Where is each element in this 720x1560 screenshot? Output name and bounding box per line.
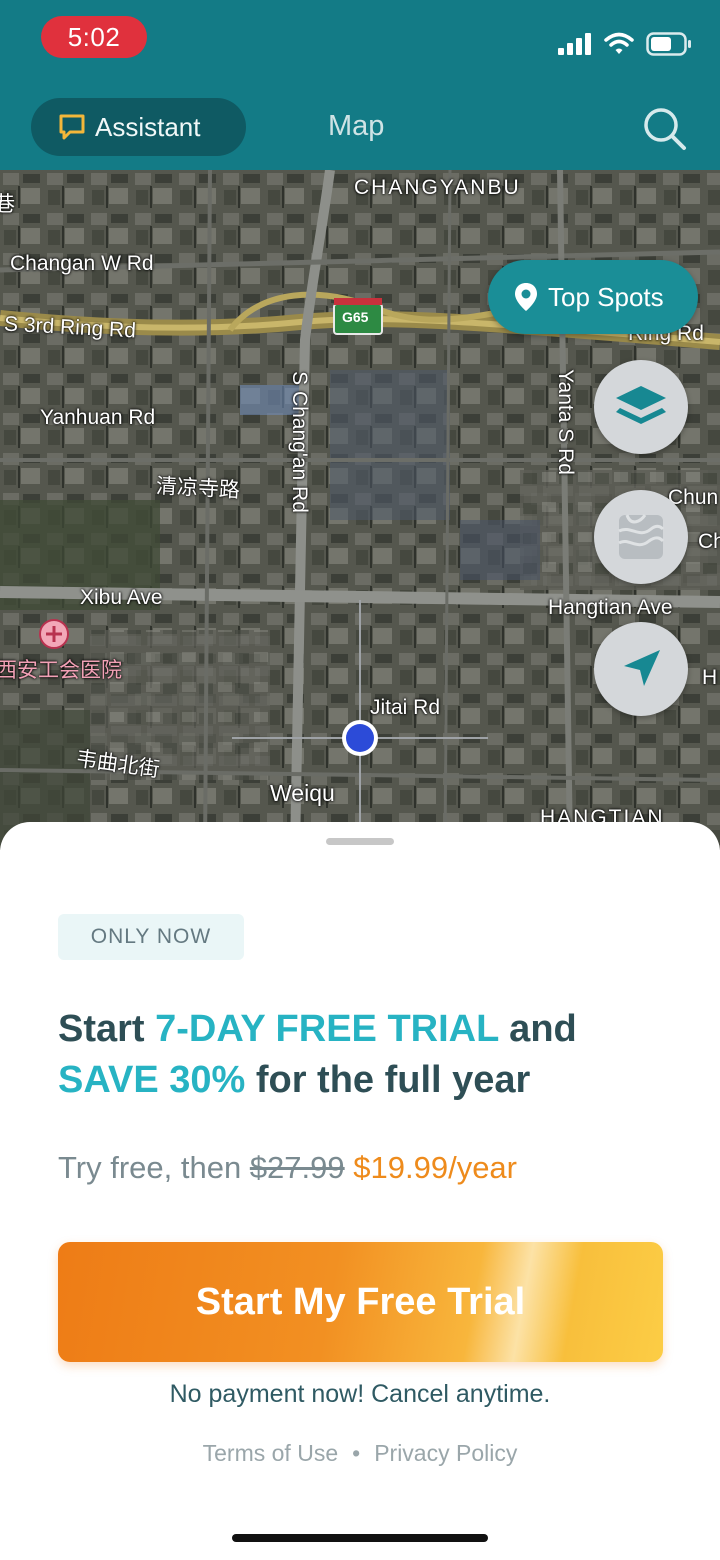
map-label-g65: G65 (342, 309, 369, 325)
map-label-jitai-rd: Jitai Rd (370, 696, 441, 719)
headline-rest: for the full year (245, 1059, 531, 1101)
navigate-arrow-icon (624, 650, 660, 686)
chat-bubble-icon (59, 114, 85, 140)
legal-separator: • (352, 1440, 361, 1466)
my-location-button[interactable] (594, 622, 688, 716)
map-label-weiqu: Weiqu (270, 780, 335, 806)
price-line: Try free, then $27.99 $19.99/year (58, 1150, 517, 1186)
no-payment-note: No payment now! Cancel anytime. (169, 1380, 551, 1408)
paywall-sheet: ONLY NOW Start 7-DAY FREE TRIAL and SAVE… (0, 822, 720, 1560)
top-spots-button[interactable]: Top Spots (488, 260, 698, 334)
terrain-icon (618, 514, 665, 559)
terms-of-use-link[interactable]: Terms of Use (203, 1440, 338, 1467)
headline-save: SAVE 30% (58, 1059, 246, 1101)
status-icons (558, 30, 692, 58)
legal-links: Terms of Use • Privacy Policy (0, 1440, 720, 1467)
map-label-changan-w-rd: Changan W Rd (10, 252, 154, 275)
map-label-s-changan-rd: S Chang'an Rd (287, 371, 311, 513)
search-icon[interactable] (640, 104, 688, 152)
tab-assistant-label: Assistant (95, 111, 201, 142)
offer-headline: Start 7-DAY FREE TRIAL and SAVE 30% for … (58, 1004, 678, 1106)
promo-badge: ONLY NOW (58, 914, 244, 960)
top-spots-label: Top Spots (548, 281, 664, 312)
old-price: $27.99 (249, 1150, 345, 1185)
tab-map[interactable]: Map (328, 110, 384, 143)
wifi-icon (604, 32, 634, 54)
map-label-hospital: 西安工会医院 (0, 659, 122, 682)
start-free-trial-button[interactable]: Start My Free Trial (58, 1242, 663, 1362)
layers-button[interactable] (594, 360, 688, 454)
layers-icon (616, 386, 666, 424)
headline-start: Start (58, 1008, 156, 1050)
map-label-changyanbu: CHANGYANBU (354, 176, 521, 199)
signal-icon (558, 33, 591, 55)
map-label-qingliangsi: 清凉寺路 (155, 474, 241, 503)
app-header: 5:02 Assistant Map (0, 0, 720, 170)
map-label-xibu-ave: Xibu Ave (80, 586, 163, 609)
map-label-hangtian-ave: Hangtian Ave (548, 596, 673, 619)
terrain-button[interactable] (594, 490, 688, 584)
nav-tabs: Assistant Map (0, 98, 720, 156)
map-label-yanhuan-rd: Yanhuan Rd (40, 406, 156, 429)
map-label-left-edge: 巷 (0, 193, 15, 216)
map-label-ch: Ch (698, 530, 720, 553)
new-price: $19.99/year (353, 1150, 517, 1185)
headline-trial: 7-DAY FREE TRIAL (155, 1008, 499, 1050)
tab-assistant[interactable]: Assistant (31, 98, 246, 156)
sheet-grabber[interactable] (326, 838, 394, 845)
home-indicator (232, 1534, 488, 1542)
status-time: 5:02 (41, 16, 147, 58)
price-prefix: Try free, then (58, 1150, 250, 1185)
location-pin-icon (515, 283, 537, 311)
battery-icon (646, 32, 691, 56)
privacy-policy-link[interactable]: Privacy Policy (374, 1440, 517, 1467)
map-label-yanta-s-rd: Yanta S Rd (553, 369, 577, 475)
map-label-h-edge: H (702, 666, 718, 689)
satellite-map[interactable]: 巷 CHANGYANBU Changan W Rd S 3rd Ring Rd … (0, 170, 720, 850)
headline-and: and (498, 1008, 577, 1050)
